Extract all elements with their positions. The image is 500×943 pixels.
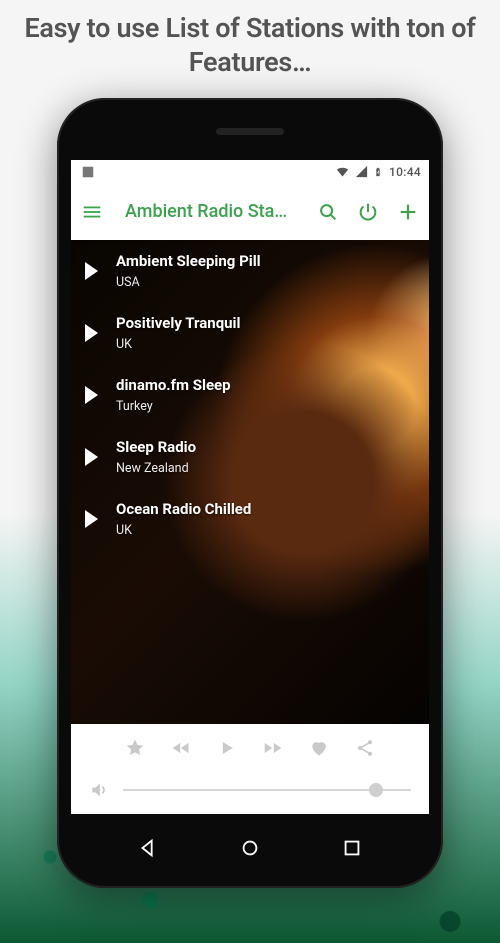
- station-location: UK: [116, 337, 415, 352]
- station-meta: Ocean Radio Chilled UK: [116, 500, 415, 538]
- station-row[interactable]: Ocean Radio Chilled UK: [71, 488, 429, 550]
- battery-icon: [373, 165, 383, 179]
- volume-slider[interactable]: [123, 789, 411, 791]
- play-icon[interactable]: [85, 386, 98, 404]
- station-location: USA: [116, 275, 415, 290]
- station-meta: Sleep Radio New Zealand: [116, 438, 415, 476]
- screen: 10:44 Ambient Radio Sta… Ambient Sleepin…: [71, 160, 429, 814]
- station-location: Turkey: [116, 399, 415, 414]
- home-button[interactable]: [239, 837, 261, 859]
- back-button[interactable]: [137, 837, 159, 859]
- app-bar: Ambient Radio Sta…: [71, 184, 429, 240]
- favorite-star-icon[interactable]: [125, 738, 145, 758]
- station-name: Sleep Radio: [116, 438, 415, 456]
- volume-icon[interactable]: [89, 780, 109, 800]
- signal-icon: [354, 164, 369, 179]
- power-icon[interactable]: [357, 201, 379, 223]
- status-time: 10:44: [389, 165, 421, 179]
- app-title: Ambient Radio Sta…: [125, 201, 299, 222]
- station-list[interactable]: Ambient Sleeping Pill USA Positively Tranq…: [71, 240, 429, 724]
- volume-thumb[interactable]: [369, 783, 383, 797]
- station-row[interactable]: Ambient Sleeping Pill USA: [71, 240, 429, 302]
- android-nav-bar: [57, 826, 443, 870]
- station-location: UK: [116, 523, 415, 538]
- heart-icon[interactable]: [309, 738, 329, 758]
- play-icon[interactable]: [85, 324, 98, 342]
- station-row[interactable]: dinamo.fm Sleep Turkey: [71, 364, 429, 426]
- carrier-icon: [79, 165, 95, 179]
- forward-icon[interactable]: [263, 738, 283, 758]
- station-name: Positively Tranquil: [116, 314, 415, 332]
- phone-speaker: [216, 128, 284, 135]
- status-bar: 10:44: [71, 160, 429, 184]
- station-row[interactable]: Sleep Radio New Zealand: [71, 426, 429, 488]
- station-location: New Zealand: [116, 461, 415, 476]
- phone-frame: 10:44 Ambient Radio Sta… Ambient Sleepin…: [57, 98, 443, 888]
- promo-headline: Easy to use List of Stations with ton of…: [0, 0, 500, 88]
- play-icon[interactable]: [85, 448, 98, 466]
- player-controls: [71, 724, 429, 814]
- menu-icon[interactable]: [81, 201, 103, 223]
- station-row[interactable]: Positively Tranquil UK: [71, 302, 429, 364]
- play-icon[interactable]: [85, 262, 98, 280]
- station-name: Ambient Sleeping Pill: [116, 252, 415, 270]
- station-meta: dinamo.fm Sleep Turkey: [116, 376, 415, 414]
- station-meta: Positively Tranquil UK: [116, 314, 415, 352]
- rewind-icon[interactable]: [171, 738, 191, 758]
- play-icon[interactable]: [85, 510, 98, 528]
- station-name: Ocean Radio Chilled: [116, 500, 415, 518]
- search-icon[interactable]: [317, 201, 339, 223]
- add-icon[interactable]: [397, 201, 419, 223]
- recent-apps-button[interactable]: [341, 837, 363, 859]
- station-meta: Ambient Sleeping Pill USA: [116, 252, 415, 290]
- station-name: dinamo.fm Sleep: [116, 376, 415, 394]
- play-icon[interactable]: [217, 738, 237, 758]
- share-icon[interactable]: [355, 738, 375, 758]
- wifi-icon: [335, 164, 350, 179]
